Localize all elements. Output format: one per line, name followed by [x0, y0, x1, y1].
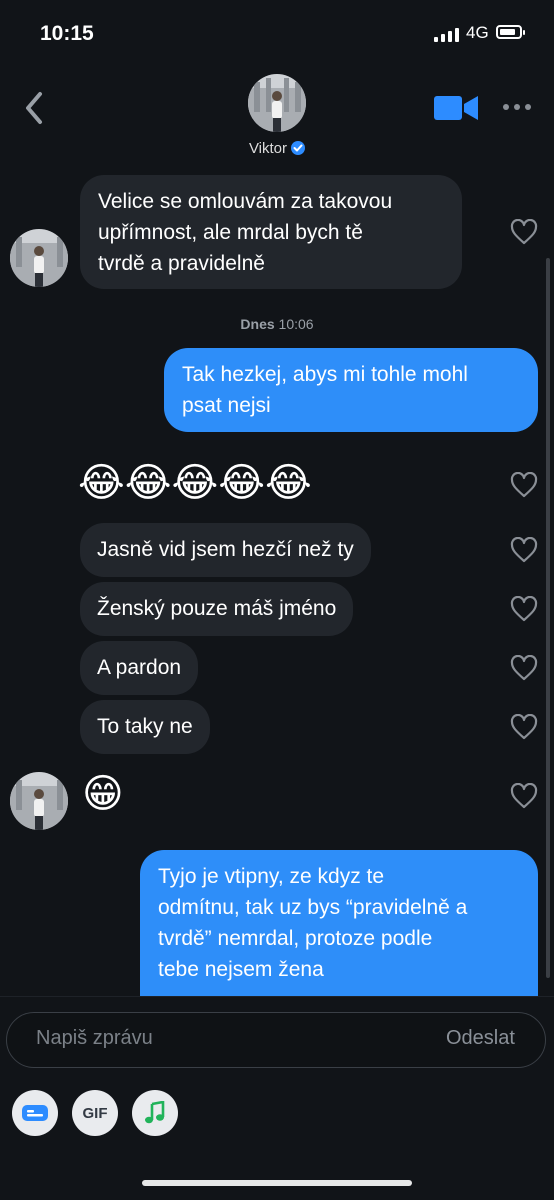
network-type: 4G	[466, 23, 489, 42]
message-line: tvrdě a pravidelně	[98, 252, 265, 275]
sender-avatar[interactable]	[10, 229, 68, 287]
music-button[interactable]	[132, 1090, 178, 1136]
like-button[interactable]	[510, 782, 538, 809]
heart-icon	[510, 218, 538, 245]
battery-icon	[496, 25, 525, 39]
message-line: Velice se omlouvám za takovou	[98, 190, 393, 213]
music-icon	[145, 1101, 165, 1124]
message-incoming[interactable]: Velice se omlouvám za takovou upřímnost,…	[80, 175, 462, 289]
heart-icon	[510, 782, 538, 809]
message-outgoing[interactable]: Tyjo je vtipny, ze kdyz te odmítnu, tak …	[140, 850, 538, 996]
contact-name-row[interactable]: Viktor	[0, 140, 554, 157]
message-input-placeholder: Napiš zprávu	[36, 1027, 153, 1049]
like-button[interactable]	[510, 471, 538, 498]
more-icon[interactable]	[503, 100, 539, 114]
like-button[interactable]	[510, 713, 538, 740]
card-icon	[22, 1105, 48, 1121]
heart-icon	[510, 654, 538, 681]
message-emoji[interactable]: 😁	[82, 771, 124, 817]
send-button[interactable]: Odeslat	[446, 1027, 515, 1050]
like-button[interactable]	[510, 536, 538, 563]
like-button[interactable]	[510, 595, 538, 622]
message-line: upřímnost, ale mrdal bych tě	[98, 221, 363, 244]
composer-divider	[0, 996, 554, 997]
heart-icon	[510, 471, 538, 498]
card-button[interactable]	[12, 1090, 58, 1136]
back-icon	[26, 92, 42, 124]
back-button[interactable]	[20, 90, 52, 126]
video-call-icon	[434, 96, 478, 120]
verified-icon	[291, 141, 306, 155]
message-line: Tyjo je vtipny, ze kdyz te	[158, 865, 385, 888]
like-button[interactable]	[510, 218, 538, 245]
message-emoji[interactable]: 😂😂😂😂😂	[78, 460, 312, 506]
gif-icon: GIF	[82, 1104, 108, 1122]
message-incoming[interactable]: Ženský pouze máš jméno	[80, 582, 354, 636]
message-outgoing[interactable]: Tak hezkej, abys mi tohle mohl psat nejs…	[164, 348, 538, 432]
timestamp-day: Dnes	[240, 316, 275, 332]
timestamp: Dnes 10:06	[0, 316, 554, 332]
message-incoming[interactable]: Jasně vid jsem hezčí než ty	[80, 523, 371, 577]
gif-button[interactable]: GIF	[72, 1090, 118, 1136]
timestamp-time: 10:06	[278, 316, 314, 332]
message-incoming[interactable]: A pardon	[80, 641, 199, 695]
message-line: Tak hezkej, abys mi tohle mohl	[182, 363, 468, 386]
message-line: odmítnu, tak uz bys “pravidelně a	[158, 896, 468, 919]
heart-icon	[510, 595, 538, 622]
heart-icon	[510, 536, 538, 563]
signal-icon	[434, 26, 459, 42]
contact-avatar[interactable]	[248, 74, 306, 132]
scrollbar[interactable]	[546, 258, 550, 978]
status-time: 10:15	[40, 22, 94, 45]
message-line: tebe nejsem žena	[158, 958, 324, 981]
contact-name: Viktor	[248, 140, 288, 157]
message-line: tvrdě” nemrdal, protoze podle	[158, 927, 433, 950]
message-incoming[interactable]: To taky ne	[80, 700, 210, 754]
message-line: psat nejsi	[182, 394, 271, 417]
sender-avatar[interactable]	[10, 772, 68, 830]
heart-icon	[510, 713, 538, 740]
like-button[interactable]	[510, 654, 538, 681]
video-call-button[interactable]	[434, 94, 478, 122]
home-indicator[interactable]	[142, 1180, 412, 1186]
